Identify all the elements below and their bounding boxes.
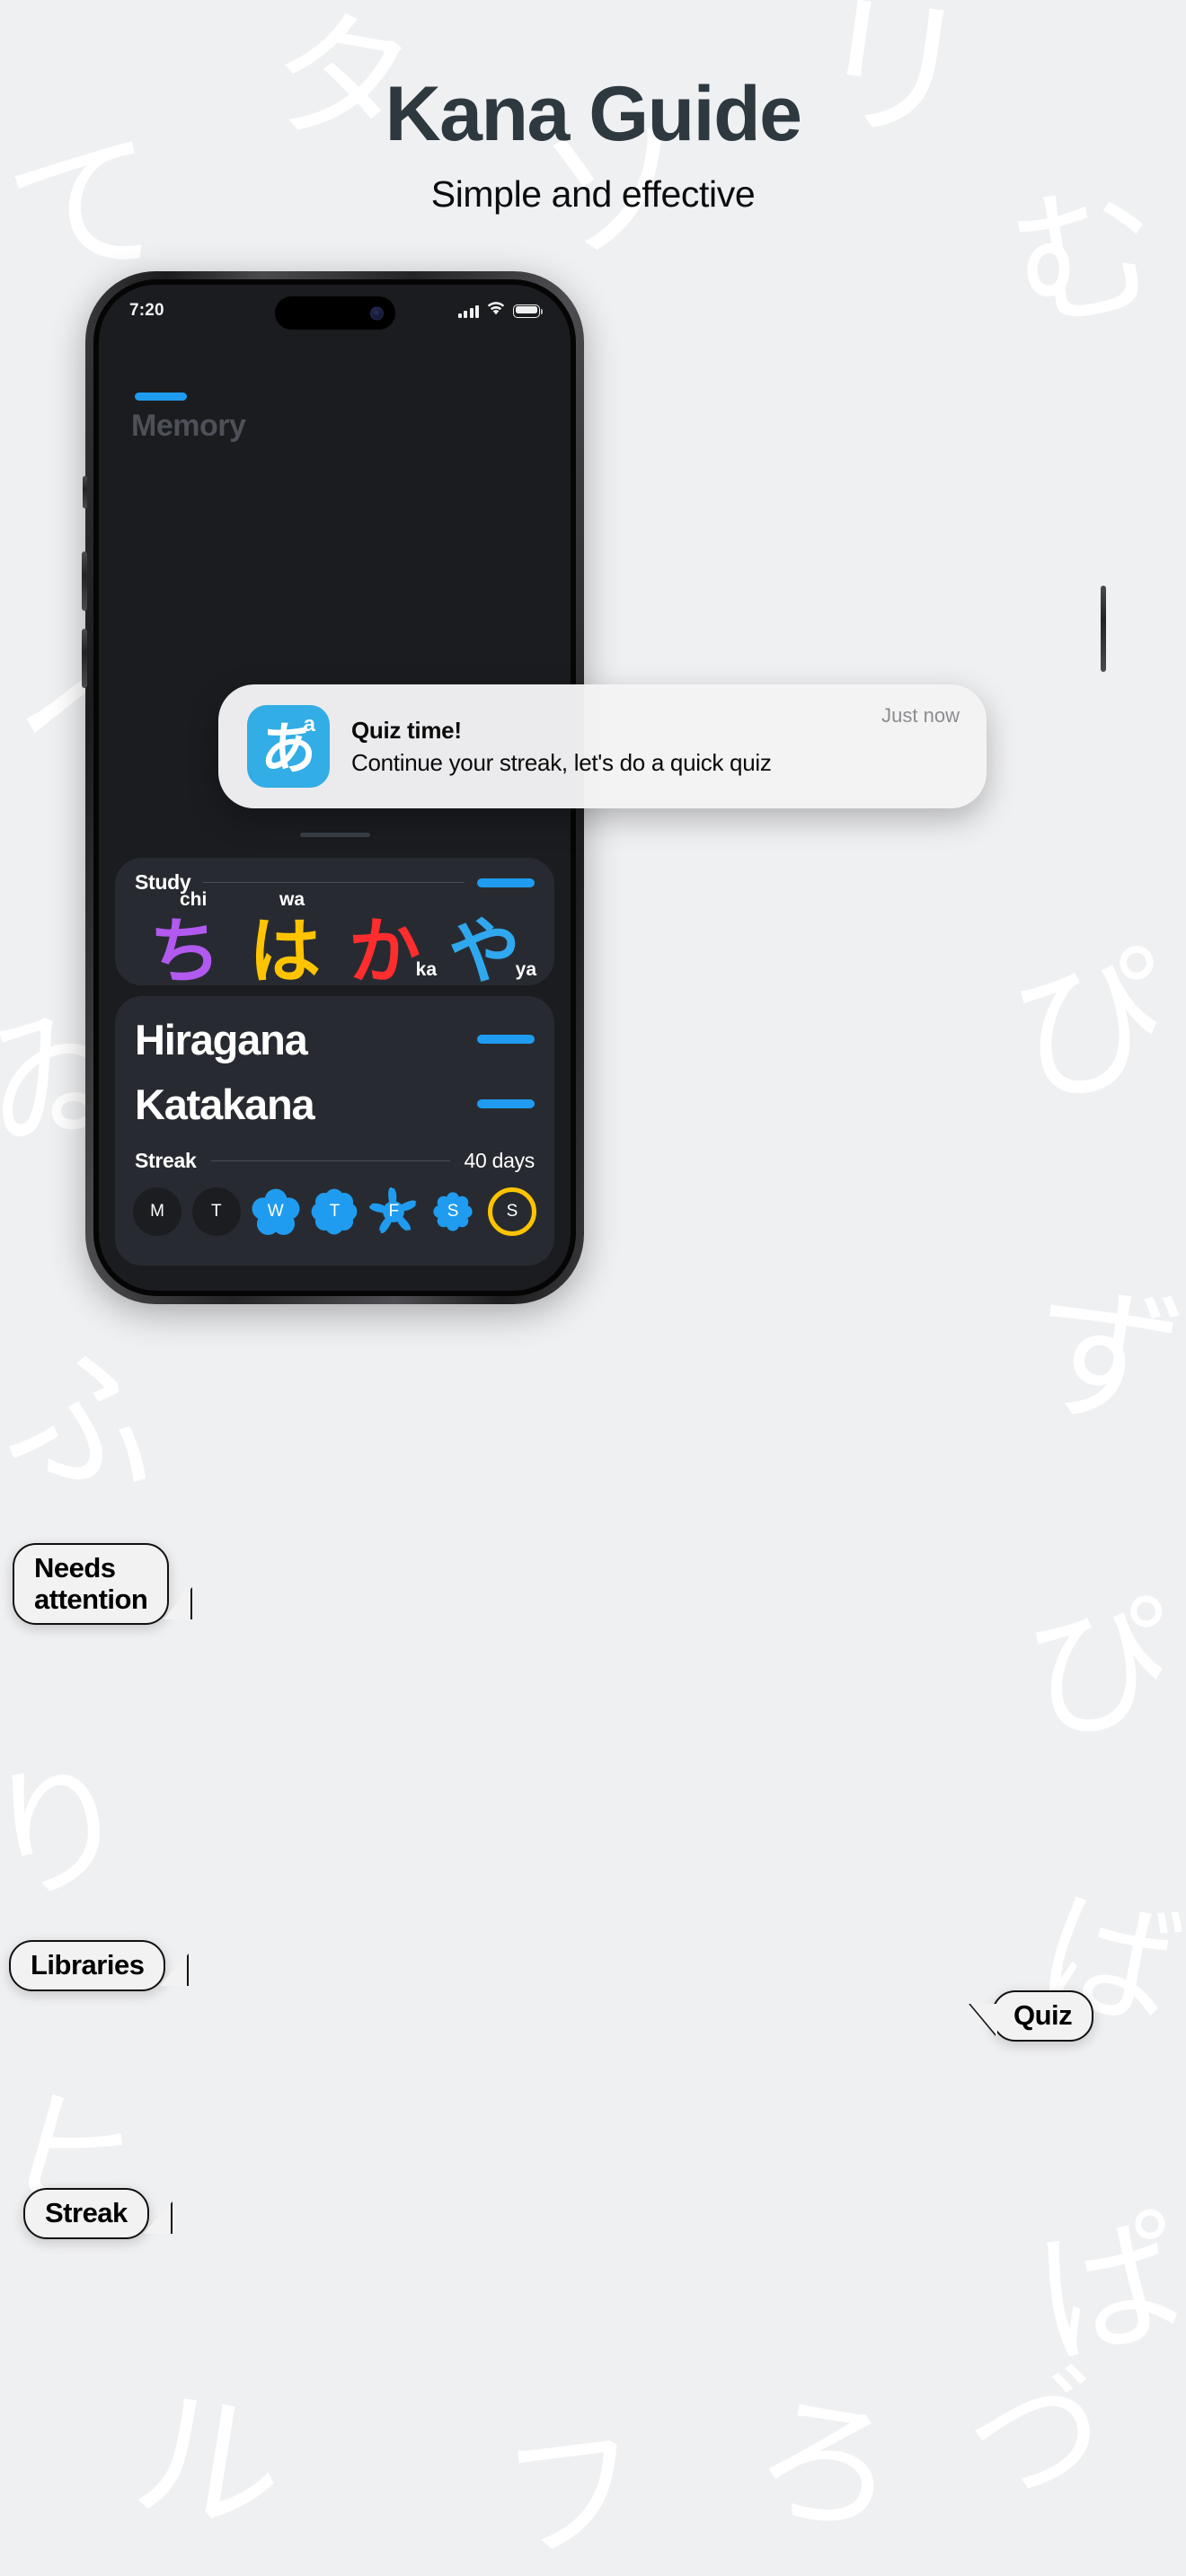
phone-silent-switch[interactable] (83, 476, 87, 508)
streak-day-sunday-current[interactable]: S (487, 1187, 536, 1236)
streak-day-tuesday[interactable]: T (191, 1187, 241, 1236)
day-letter: T (329, 1202, 341, 1221)
streak-day-monday[interactable]: M (133, 1187, 181, 1236)
study-progress-pill (477, 878, 535, 887)
day-letter: F (388, 1202, 400, 1221)
signal-bars-icon (457, 304, 479, 318)
day-letter: S (506, 1202, 518, 1221)
library-card[interactable]: Hiragana Katakana Streak 40 days M T W T… (115, 996, 554, 1266)
kana-item[interactable]: は wa (238, 889, 332, 986)
study-kana-row: ち chi は wa か ka や ya (115, 889, 554, 986)
bg-kana-glyph: フ (493, 2405, 652, 2576)
day-letter: S (447, 1202, 459, 1221)
bg-kana-glyph: ず (1021, 1261, 1186, 1455)
kana-glyph: は (249, 910, 321, 986)
status-bar-indicators (457, 302, 543, 320)
streak-day-friday[interactable]: F (369, 1187, 418, 1236)
page-title: Kana Guide (385, 71, 802, 157)
streak-day-thursday[interactable]: T (310, 1187, 358, 1236)
divider (210, 1160, 450, 1161)
app-icon: あ a (247, 705, 330, 788)
kana-item[interactable]: や ya (438, 896, 536, 986)
wifi-icon (487, 302, 505, 320)
divider (203, 882, 465, 883)
ghost-accent-pill (135, 393, 187, 401)
battery-icon (513, 304, 543, 318)
dynamic-island (274, 296, 395, 330)
page-subtitle: Simple and effective (430, 173, 756, 215)
kana-item[interactable]: ち chi (138, 889, 232, 986)
notification-text: Quiz time! Continue your streak, let's d… (351, 717, 958, 777)
bg-kana-glyph: ろ (739, 2369, 914, 2562)
study-card[interactable]: Study ち chi は wa か ka や ya (115, 858, 554, 985)
katakana-progress-pill (477, 1099, 535, 1108)
notification-body: Continue your streak, let's do a quick q… (351, 748, 772, 776)
phone-volume-down-button[interactable] (82, 629, 87, 688)
kana-romaji: chi (180, 889, 208, 910)
status-bar-time: 7:20 (129, 301, 164, 320)
sheet-drag-handle[interactable] (299, 833, 370, 837)
front-camera-icon (369, 306, 384, 320)
notification-title: Quiz time! (351, 716, 462, 744)
callout-quiz: Quiz (992, 1990, 1094, 2042)
bg-kana-glyph: ル (122, 2366, 296, 2560)
phone-volume-up-button[interactable] (82, 551, 87, 611)
notification-timestamp: Just now (881, 704, 960, 727)
day-letter: M (150, 1202, 164, 1221)
bg-kana-glyph: ぱ (1022, 2192, 1186, 2387)
bg-kana-glyph: ふ (0, 1320, 179, 1527)
kana-glyph: ち (149, 910, 221, 986)
poster-canvas: て タ ソ リ む へ フ ア ぴ ず ゐ ふ ぴ ば り ヒ ぱ ル フ ろ … (0, 0, 1186, 2576)
streak-day-list: M T W T F S S (115, 1187, 554, 1236)
streak-day-saturday[interactable]: S (429, 1187, 477, 1236)
streak-header: Streak 40 days (115, 1149, 554, 1173)
day-letter: T (211, 1202, 222, 1221)
notification-banner[interactable]: あ a Quiz time! Continue your streak, let… (218, 684, 987, 808)
library-label: Hiragana (135, 1015, 308, 1063)
kana-item[interactable]: か ka (338, 896, 437, 986)
streak-value: 40 days (464, 1149, 535, 1172)
phone-power-button[interactable] (1101, 586, 1106, 672)
poster-header: Kana Guide Simple and effective (0, 0, 1186, 216)
ghost-heading: Memory (131, 409, 246, 443)
app-icon-superscript-a: a (303, 712, 315, 737)
callout-libraries: Libraries (9, 1940, 166, 1991)
streak-day-wednesday[interactable]: W (252, 1187, 300, 1236)
library-label: Katakana (135, 1080, 315, 1128)
bg-kana-glyph: り (0, 1736, 144, 1928)
hiragana-progress-pill (477, 1035, 535, 1044)
kana-romaji: ya (515, 959, 536, 980)
library-row-katakana[interactable]: Katakana (115, 1072, 554, 1136)
bg-kana-glyph: づ (954, 2347, 1121, 2530)
bg-kana-glyph: ぴ (1017, 1576, 1184, 1764)
library-row-hiragana[interactable]: Hiragana (115, 1007, 554, 1072)
callout-needs-attention: Needs attention (13, 1543, 170, 1626)
callout-streak: Streak (23, 2188, 149, 2239)
day-letter: W (267, 1202, 284, 1221)
kana-romaji: wa (279, 889, 305, 910)
kana-romaji: ka (415, 959, 437, 980)
streak-label: Streak (135, 1149, 197, 1172)
